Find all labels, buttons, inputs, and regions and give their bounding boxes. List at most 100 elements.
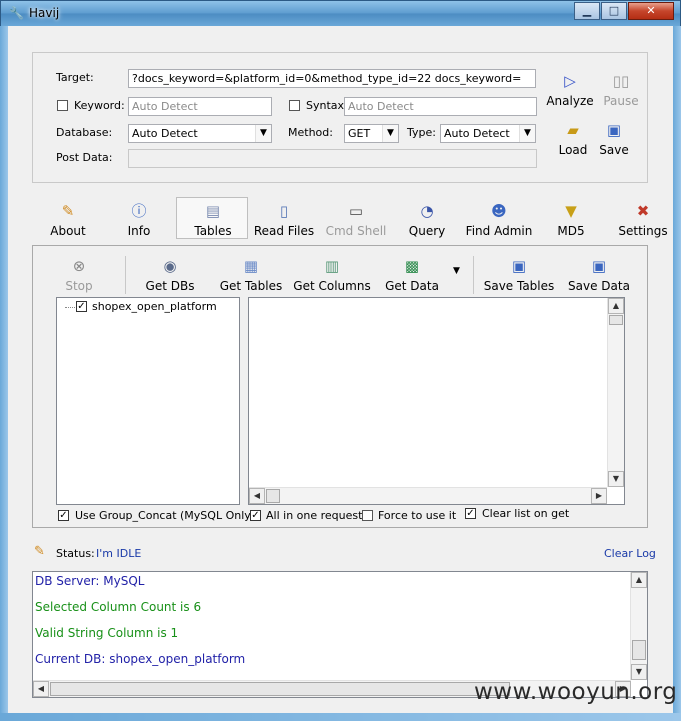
scroll-thumb[interactable] (50, 682, 510, 696)
floppy-icon: ▣ (591, 257, 607, 275)
keyword-checkbox[interactable] (57, 100, 68, 111)
get-tables-button[interactable]: ▦ Get Tables (215, 257, 287, 293)
data-grid[interactable]: ▲ ▼ ◀ ▶ (248, 297, 625, 505)
pause-label: Pause (603, 94, 639, 108)
get-columns-label: Get Columns (293, 279, 371, 293)
force-checkbox[interactable] (362, 510, 373, 521)
syntax-checkbox[interactable] (289, 100, 300, 111)
postdata-input[interactable] (128, 149, 537, 168)
database-label: Database: (56, 126, 113, 139)
tab-tables[interactable]: ▤ Tables (184, 202, 242, 238)
status-value: I'm IDLE (96, 547, 142, 560)
tab-about[interactable]: ✎ About (44, 202, 92, 238)
grid-vertical-scrollbar[interactable]: ▲ ▼ (607, 298, 624, 487)
scroll-down-icon[interactable]: ▼ (631, 664, 647, 680)
pause-icon: ▯▯ (612, 72, 630, 90)
wrench-icon: 🔧 (9, 6, 24, 20)
syntax-input[interactable]: Auto Detect (344, 97, 537, 116)
stop-icon: ⊗ (72, 257, 86, 275)
method-label: Method: (288, 126, 333, 139)
save-label: Save (599, 143, 629, 157)
tab-about-label: About (50, 224, 86, 238)
users-icon: ☻ (491, 202, 507, 220)
tree-item-checkbox[interactable]: ✓ (76, 301, 87, 312)
scroll-left-icon[interactable]: ◀ (33, 681, 49, 697)
group-concat-label: Use Group_Concat (MySQL Only) (75, 509, 256, 522)
tables-panel: ⊗ Stop ◉ Get DBs ▦ Get Tables ▥ Get Colu… (32, 245, 648, 528)
log-line: Valid String Column is 1 (35, 626, 179, 640)
scroll-thumb[interactable] (632, 640, 646, 660)
tab-md5-label: MD5 (557, 224, 585, 238)
tab-info[interactable]: ⓘ Info (116, 202, 162, 238)
keyword-input[interactable]: Auto Detect (128, 97, 272, 116)
save-tables-button[interactable]: ▣ Save Tables (483, 257, 555, 293)
chevron-down-icon: ▼ (382, 125, 398, 142)
window-title: Havij (29, 6, 60, 20)
scroll-thumb[interactable] (609, 315, 623, 325)
postdata-label: Post Data: (56, 151, 113, 164)
table-icon: ▤ (205, 202, 221, 220)
tab-settings-label: Settings (618, 224, 668, 238)
get-data-dropdown-icon[interactable]: ▼ (453, 266, 460, 276)
group-concat-checkbox[interactable]: ✓ (58, 510, 69, 521)
all-in-one-checkbox[interactable]: ✓ (250, 510, 261, 521)
log-vertical-scrollbar[interactable]: ▲ ▼ (630, 572, 647, 680)
database-value: Auto Detect (132, 127, 198, 140)
target-input[interactable]: ?docs_keyword=&platform_id=0&method_type… (128, 69, 536, 88)
data-grid-icon: ▩ (404, 257, 420, 275)
title-bar: 🔧 Havij ▁ □ ✕ (0, 0, 681, 26)
all-in-one-label: All in one request. (266, 509, 366, 522)
stop-label: Stop (65, 279, 93, 293)
clear-list-checkbox[interactable]: ✓ (465, 508, 476, 519)
tab-cmd-shell-label: Cmd Shell (325, 224, 387, 238)
window-frame-bottom (0, 713, 681, 721)
tab-info-label: Info (127, 224, 151, 238)
grid-horizontal-scrollbar[interactable]: ◀ ▶ (249, 487, 607, 504)
db-tree[interactable]: ✓ shopex_open_platform (56, 297, 240, 505)
analyze-button[interactable]: ▷ Analyze (544, 72, 596, 108)
get-columns-button[interactable]: ▥ Get Columns (291, 257, 373, 293)
method-select[interactable]: GET ▼ (344, 124, 399, 143)
tab-tables-label: Tables (194, 224, 232, 238)
pause-button[interactable]: ▯▯ Pause (599, 72, 643, 108)
database-select[interactable]: Auto Detect ▼ (128, 124, 272, 143)
tab-md5[interactable]: ▼ MD5 (548, 202, 594, 238)
scroll-down-icon[interactable]: ▼ (608, 471, 624, 487)
get-data-button[interactable]: ▩ Get Data (381, 257, 443, 293)
tab-query[interactable]: ◔ Query (402, 202, 452, 238)
type-select[interactable]: Auto Detect ▼ (440, 124, 536, 143)
close-button[interactable]: ✕ (628, 2, 674, 20)
get-dbs-button[interactable]: ◉ Get DBs (139, 257, 201, 293)
columns-icon: ▥ (324, 257, 340, 275)
tab-read-files[interactable]: ▯ Read Files (252, 202, 316, 238)
scroll-right-icon[interactable]: ▶ (591, 488, 607, 504)
save-button[interactable]: ▣ Save (593, 121, 635, 157)
play-icon: ▷ (564, 72, 576, 90)
tab-cmd-shell[interactable]: ▭ Cmd Shell (324, 202, 388, 238)
scroll-thumb[interactable] (266, 489, 280, 503)
target-group: Target: ?docs_keyword=&platform_id=0&met… (32, 52, 648, 183)
stop-button[interactable]: ⊗ Stop (59, 257, 99, 293)
pencil-icon: ✎ (61, 202, 75, 220)
type-value: Auto Detect (444, 127, 510, 140)
load-button[interactable]: ▰ Load (551, 121, 595, 157)
clear-log-link[interactable]: Clear Log (604, 547, 656, 560)
get-tables-label: Get Tables (219, 279, 283, 293)
scroll-up-icon[interactable]: ▲ (631, 572, 647, 588)
save-tables-label: Save Tables (483, 279, 555, 293)
minimize-button[interactable]: ▁ (574, 2, 600, 20)
tree-item[interactable]: shopex_open_platform (92, 300, 217, 313)
grid-icon: ▦ (243, 257, 259, 275)
tab-find-admin[interactable]: ☻ Find Admin (462, 202, 536, 238)
scroll-up-icon[interactable]: ▲ (608, 298, 624, 314)
save-data-button[interactable]: ▣ Save Data (567, 257, 631, 293)
tab-query-label: Query (408, 224, 446, 238)
query-icon: ◔ (420, 202, 434, 220)
chevron-down-icon: ▼ (255, 125, 271, 142)
scroll-left-icon[interactable]: ◀ (249, 488, 265, 504)
maximize-button[interactable]: □ (601, 2, 627, 20)
floppy-icon: ▣ (511, 257, 527, 275)
document-icon: ▯ (279, 202, 289, 220)
client-area: Target: ?docs_keyword=&platform_id=0&met… (8, 26, 673, 713)
tab-settings[interactable]: ✖ Settings (614, 202, 672, 238)
